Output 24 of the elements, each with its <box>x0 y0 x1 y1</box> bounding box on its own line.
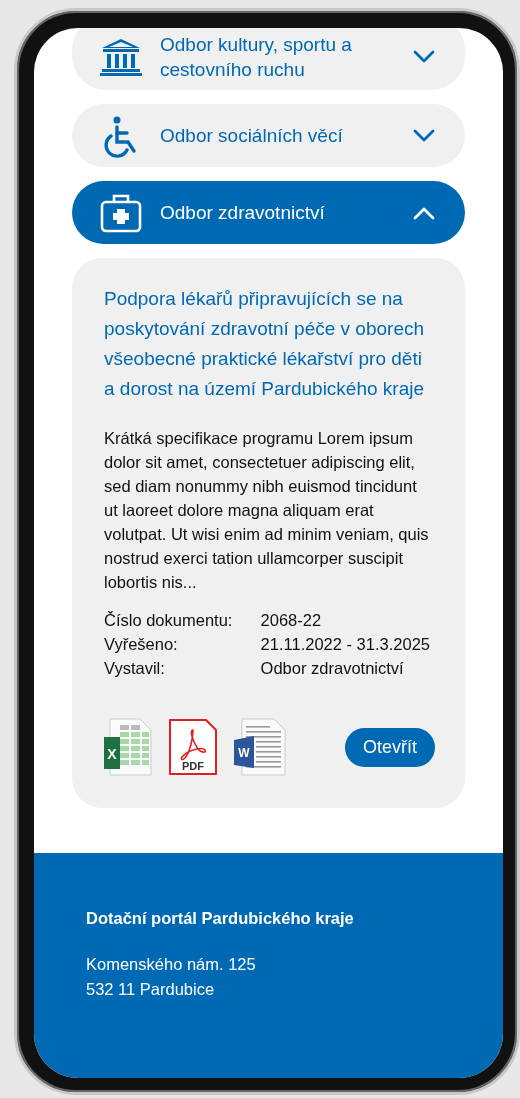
section-title: Odbor zdravotnictví <box>160 201 326 225</box>
meta-value: 2068-22 <box>260 611 322 629</box>
meta-label: Vystavil: <box>104 658 166 679</box>
address-line: 532 11 Pardubice <box>86 979 216 1000</box>
program-title[interactable]: Podpora lékařů připravujících se na poskytování zdravotní péče v oborech všeobecné praktické lékařství pro děti a dorost na území Pardubického kraje <box>104 284 435 404</box>
meta-value: Odbor zdravotnictví <box>260 659 404 677</box>
section-title: Odbor kultury, sportu a cestovního ruchu <box>160 33 353 82</box>
chevron-up-icon <box>413 205 435 220</box>
accordion-header[interactable]: Odbor kultury, sportu a cestovního ruchu <box>72 28 465 90</box>
footer-title: Dotační portál Pardubického kraje <box>86 909 355 928</box>
address-line: Komenského nám. 125 <box>86 954 257 975</box>
accordion-header[interactable]: Odbor sociálních věcí <box>72 104 465 167</box>
chevron-down-icon <box>413 50 435 64</box>
accordion-header[interactable]: Odbor zdravotnictví <box>72 181 465 244</box>
open-button[interactable]: Otevřít <box>345 727 435 767</box>
meta-value: 21.11.2022 - 31.3.2025 <box>260 635 431 653</box>
medical-case-icon <box>98 192 144 233</box>
chevron-down-icon <box>413 128 435 143</box>
pdf-file-icon[interactable]: PDF <box>168 718 218 776</box>
section-title: Odbor sociálních věcí <box>160 124 344 148</box>
program-description: Krátká specifikace programu Lorem ipsum dolor sit amet, consectetuer adipiscing elit, sed diam nonummy nibh euismod tincidunt ut laoreet dolore magna aliquam erat volutpat. Ut wisi enim ad minim veniam, quis nostrud exerci tation ullamcorper suscipit lobortis nis... <box>104 428 430 593</box>
meta-label: Vyřešeno: <box>104 634 179 655</box>
bank-icon <box>98 38 144 76</box>
meta-label: Číslo dokumentu: <box>104 610 234 631</box>
